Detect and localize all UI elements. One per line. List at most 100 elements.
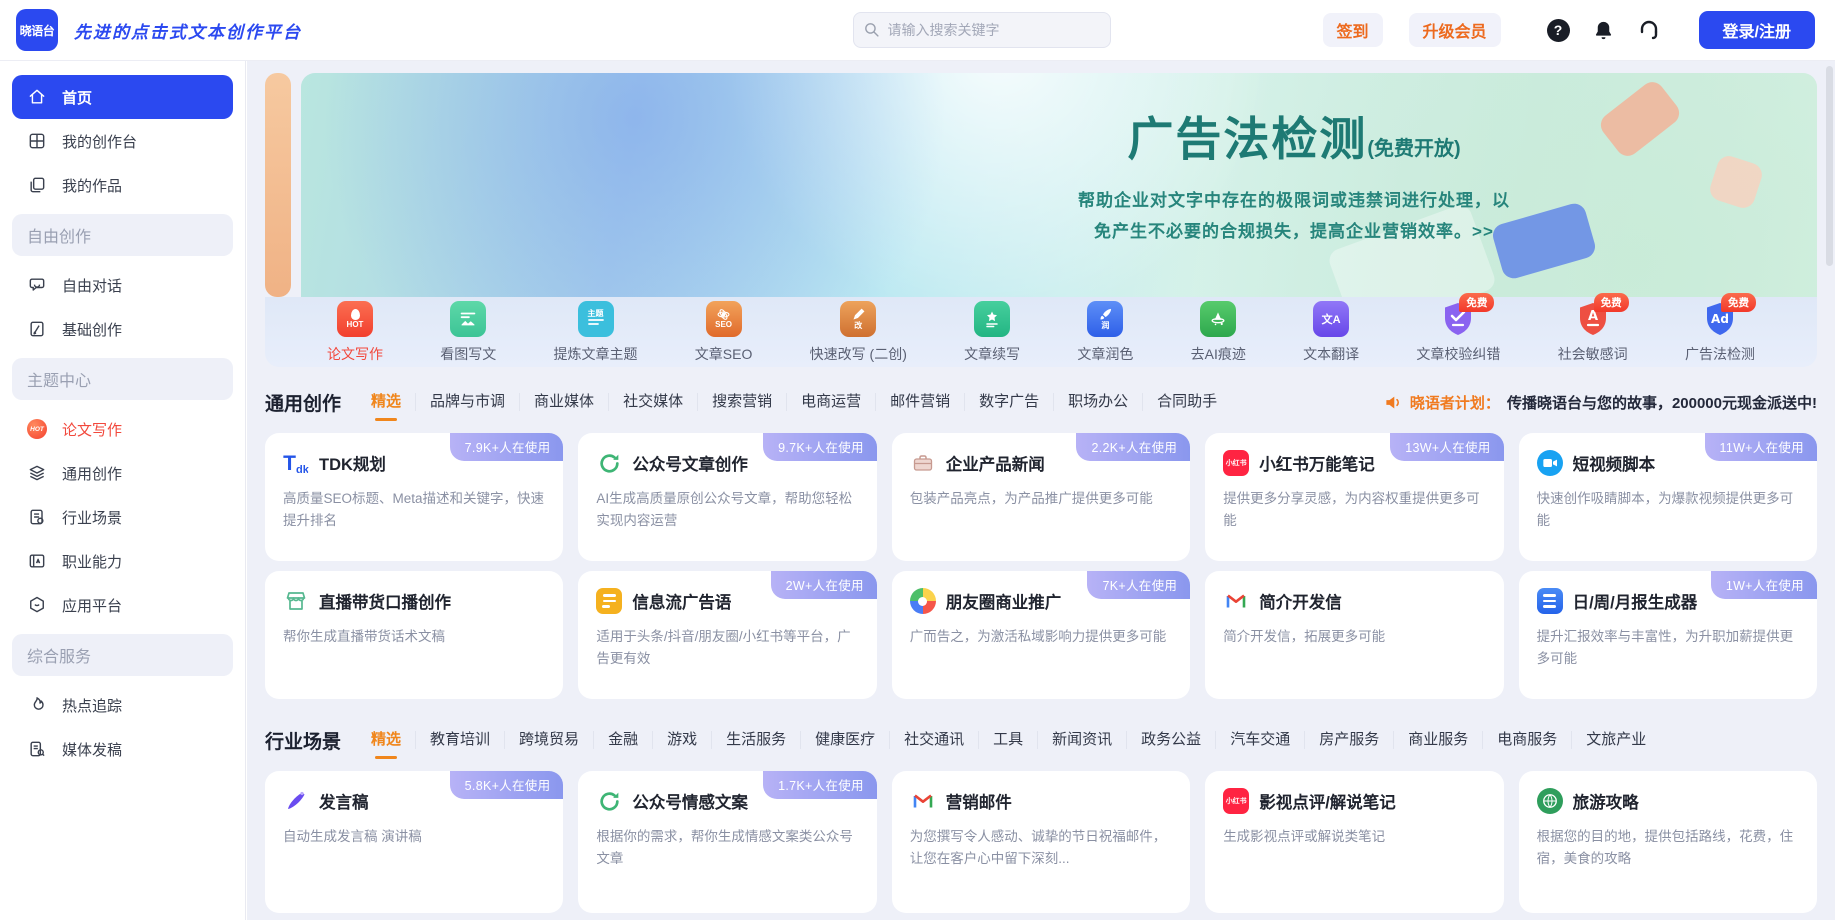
sidebar-item-career-skills[interactable]: 职业能力 — [12, 539, 233, 583]
sidebar-item-free-chat[interactable]: 自由对话 — [12, 263, 233, 307]
flame-icon — [27, 695, 47, 715]
sign-in-button[interactable]: 签到 — [1323, 13, 1383, 47]
quick-tool-ad-law-check[interactable]: Ad 免费 广告法检测 — [1685, 301, 1755, 364]
quick-tool-continue-writing[interactable]: 文章续写 — [964, 301, 1020, 364]
polish-brush-icon: 润 — [1087, 301, 1123, 337]
usage-badge: 7.9K+人在使用 — [450, 433, 564, 461]
headset-icon[interactable] — [1637, 18, 1661, 42]
gmail-icon — [910, 788, 936, 814]
quick-tool-image-to-text[interactable]: 看图写文 — [440, 301, 496, 364]
tab[interactable]: 商业媒体 — [520, 393, 609, 411]
sidebar-item-home[interactable]: 首页 — [12, 75, 233, 119]
carousel-prev-slide[interactable] — [265, 73, 291, 297]
ad-law-banner[interactable]: 广告法检测(免费开放) 帮助企业对文字中存在的极限词或违禁词进行处理，以 免产生… — [301, 73, 1817, 297]
sidebar-item-industry-scenes[interactable]: 行业场景 — [12, 495, 233, 539]
tab[interactable]: 游戏 — [653, 731, 712, 749]
tab[interactable]: 文旅产业 — [1572, 731, 1660, 749]
tab[interactable]: 汽车交通 — [1216, 731, 1305, 749]
tab[interactable]: 商业服务 — [1394, 731, 1483, 749]
tool-card-product-news[interactable]: 2.2K+人在使用 企业产品新闻 包装产品亮点，为产品推广提供更多可能 — [892, 433, 1190, 561]
sidebar-item-paper-writing[interactable]: HOT 论文写作 — [12, 407, 233, 451]
tool-card-feed-ad-copy[interactable]: 2W+人在使用 信息流广告语 适用于头条/抖音/朋友圈/小红书等平台，广告更有效 — [578, 571, 876, 699]
topic-extract-icon: 主题 — [578, 301, 614, 337]
sidebar-item-label: 行业场景 — [62, 507, 122, 528]
tab[interactable]: 新闻资讯 — [1038, 731, 1127, 749]
quick-tool-article-seo[interactable]: SEO 文章SEO — [695, 301, 753, 364]
quick-tool-polish[interactable]: 润 文章润色 — [1077, 301, 1133, 364]
tab[interactable]: 金融 — [594, 731, 653, 749]
tool-card-livestream-script[interactable]: 直播带货口播创作 帮你生成直播带货话术文稿 — [265, 571, 563, 699]
sidebar-item-my-workspace[interactable]: 我的创作台 — [12, 119, 233, 163]
tab[interactable]: 搜索营销 — [698, 393, 787, 411]
tool-card-marketing-email[interactable]: 营销邮件 为您撰写令人感动、诚挚的节日祝福邮件，让您在客户心中留下深刻... — [892, 771, 1190, 913]
tab[interactable]: 政务公益 — [1127, 731, 1216, 749]
tool-card-wechat-article[interactable]: 9.7K+人在使用 公众号文章创作 AI生成高质量原创公众号文章，帮助您轻松实现… — [578, 433, 876, 561]
tool-card-xiaohongshu-notes[interactable]: 13W+人在使用 小红书小红书万能笔记 提供更多分享灵感，为内容权重提供更多可能 — [1205, 433, 1503, 561]
login-register-button[interactable]: 登录/注册 — [1699, 11, 1815, 49]
tool-card-speech-draft[interactable]: 5.8K+人在使用 发言稿 自动生成发言稿 演讲稿 — [265, 771, 563, 913]
tool-card-short-video-script[interactable]: 11W+人在使用 短视频脚本 快速创作吸睛脚本，为爆款视频提供更多可能 — [1519, 433, 1817, 561]
usage-badge: 1.7K+人在使用 — [763, 771, 877, 799]
doc-pen-icon — [27, 319, 47, 339]
sidebar-section-label: 主题中心 — [27, 367, 91, 391]
app-logo[interactable]: 晓语台 — [16, 9, 58, 51]
tab[interactable]: 跨境贸易 — [505, 731, 594, 749]
quick-tool-quick-rewrite[interactable]: 改 快速改写 (二创) — [810, 301, 907, 364]
free-badge: 免费 — [1594, 293, 1629, 312]
usage-badge: 2W+人在使用 — [771, 571, 877, 599]
quick-tool-paper-writing[interactable]: HOT 论文写作 — [327, 301, 383, 364]
sidebar-item-hot-topics[interactable]: 热点追踪 — [12, 683, 233, 727]
quick-tool-translate[interactable]: 文A 文本翻译 — [1303, 301, 1359, 364]
tab[interactable]: 数字广告 — [965, 393, 1054, 411]
tab[interactable]: 合同助手 — [1143, 393, 1231, 411]
sidebar-item-basic-creation[interactable]: 基础创作 — [12, 307, 233, 351]
quick-tool-remove-ai-trace[interactable]: 去AI痕迹 — [1191, 301, 1246, 364]
tool-card-wechat-emotion[interactable]: 1.7K+人在使用 公众号情感文案 根据你的需求，帮你生成情感文案类公众号文章 — [578, 771, 876, 913]
quick-tool-sensitive-words[interactable]: A 免费 社会敏感词 — [1558, 301, 1628, 364]
ad-copy-icon — [596, 588, 622, 614]
tool-card-intro-letter[interactable]: 简介开发信 简介开发信，拓展更多可能 — [1205, 571, 1503, 699]
tool-card-moments-promotion[interactable]: 7K+人在使用 朋友圈商业推广 广而告之，为激活私域影响力提供更多可能 — [892, 571, 1190, 699]
globe-icon — [1537, 788, 1563, 814]
sidebar-item-media-publishing[interactable]: 媒体发稿 — [12, 727, 233, 771]
bell-icon[interactable] — [1592, 19, 1615, 42]
tab[interactable]: 职场办公 — [1054, 393, 1143, 411]
sidebar-item-app-platform[interactable]: 应用平台 — [12, 583, 233, 627]
app-tagline: 先进的点击式文本创作平台 — [74, 18, 302, 43]
usage-badge: 5.8K+人在使用 — [450, 771, 564, 799]
sidebar-nav: 首页 我的创作台 我的作品 自由创作 自由对话 基础创作 主题中心 HOT 论文… — [0, 61, 246, 920]
tab[interactable]: 品牌与市调 — [416, 393, 520, 411]
shop-icon — [283, 588, 309, 614]
tab[interactable]: 社交媒体 — [609, 393, 698, 411]
doc-search-icon — [27, 739, 47, 759]
sidebar-item-general-creation[interactable]: 通用创作 — [12, 451, 233, 495]
tab[interactable]: 房产服务 — [1305, 731, 1394, 749]
tab[interactable]: 社交通讯 — [890, 731, 979, 749]
tab[interactable]: 电商服务 — [1483, 731, 1572, 749]
scrollbar-thumb[interactable] — [1826, 66, 1833, 266]
quick-tool-extract-topic[interactable]: 主题 提炼文章主题 — [554, 301, 638, 364]
announcement-banner[interactable]: 晓语者计划： 传播晓语台与您的故事，200000元现金派送中! — [1384, 392, 1817, 413]
search-input[interactable] — [853, 12, 1111, 48]
page-scrollbar[interactable] — [1826, 66, 1833, 914]
tool-card-tdk[interactable]: 7.9K+人在使用 TdkTDK规划 高质量SEO标题、Meta描述和关键字，快… — [265, 433, 563, 561]
tab[interactable]: 健康医疗 — [801, 731, 890, 749]
tab[interactable]: 教育培训 — [416, 731, 505, 749]
help-icon[interactable]: ? — [1547, 19, 1570, 42]
tab[interactable]: 邮件营销 — [876, 393, 965, 411]
tab-featured[interactable]: 精选 — [357, 393, 416, 411]
tab-featured[interactable]: 精选 — [357, 731, 416, 749]
quill-pen-icon — [283, 788, 309, 814]
upgrade-member-button[interactable]: 升级会员 — [1409, 13, 1501, 47]
tool-card-movie-review-notes[interactable]: 小红书影视点评/解说笔记 生成影视点评或解说类笔记 — [1205, 771, 1503, 913]
tab[interactable]: 电商运营 — [787, 393, 876, 411]
sidebar-item-my-works[interactable]: 我的作品 — [12, 163, 233, 207]
search-box[interactable] — [853, 12, 1111, 48]
tool-card-travel-guide[interactable]: 旅游攻略 根据您的目的地，提供包括路线，花费，住宿，美食的攻略 — [1519, 771, 1817, 913]
tool-card-report-generator[interactable]: 1W+人在使用 日/周/月报生成器 提升汇报效率与丰富性，为升职加薪提供更多可能 — [1519, 571, 1817, 699]
free-badge: 免费 — [1721, 293, 1756, 312]
tab[interactable]: 工具 — [979, 731, 1038, 749]
usage-badge: 11W+人在使用 — [1705, 433, 1817, 461]
quick-tool-proofread[interactable]: 免费 文章校验纠错 — [1416, 301, 1500, 364]
tab[interactable]: 生活服务 — [712, 731, 801, 749]
